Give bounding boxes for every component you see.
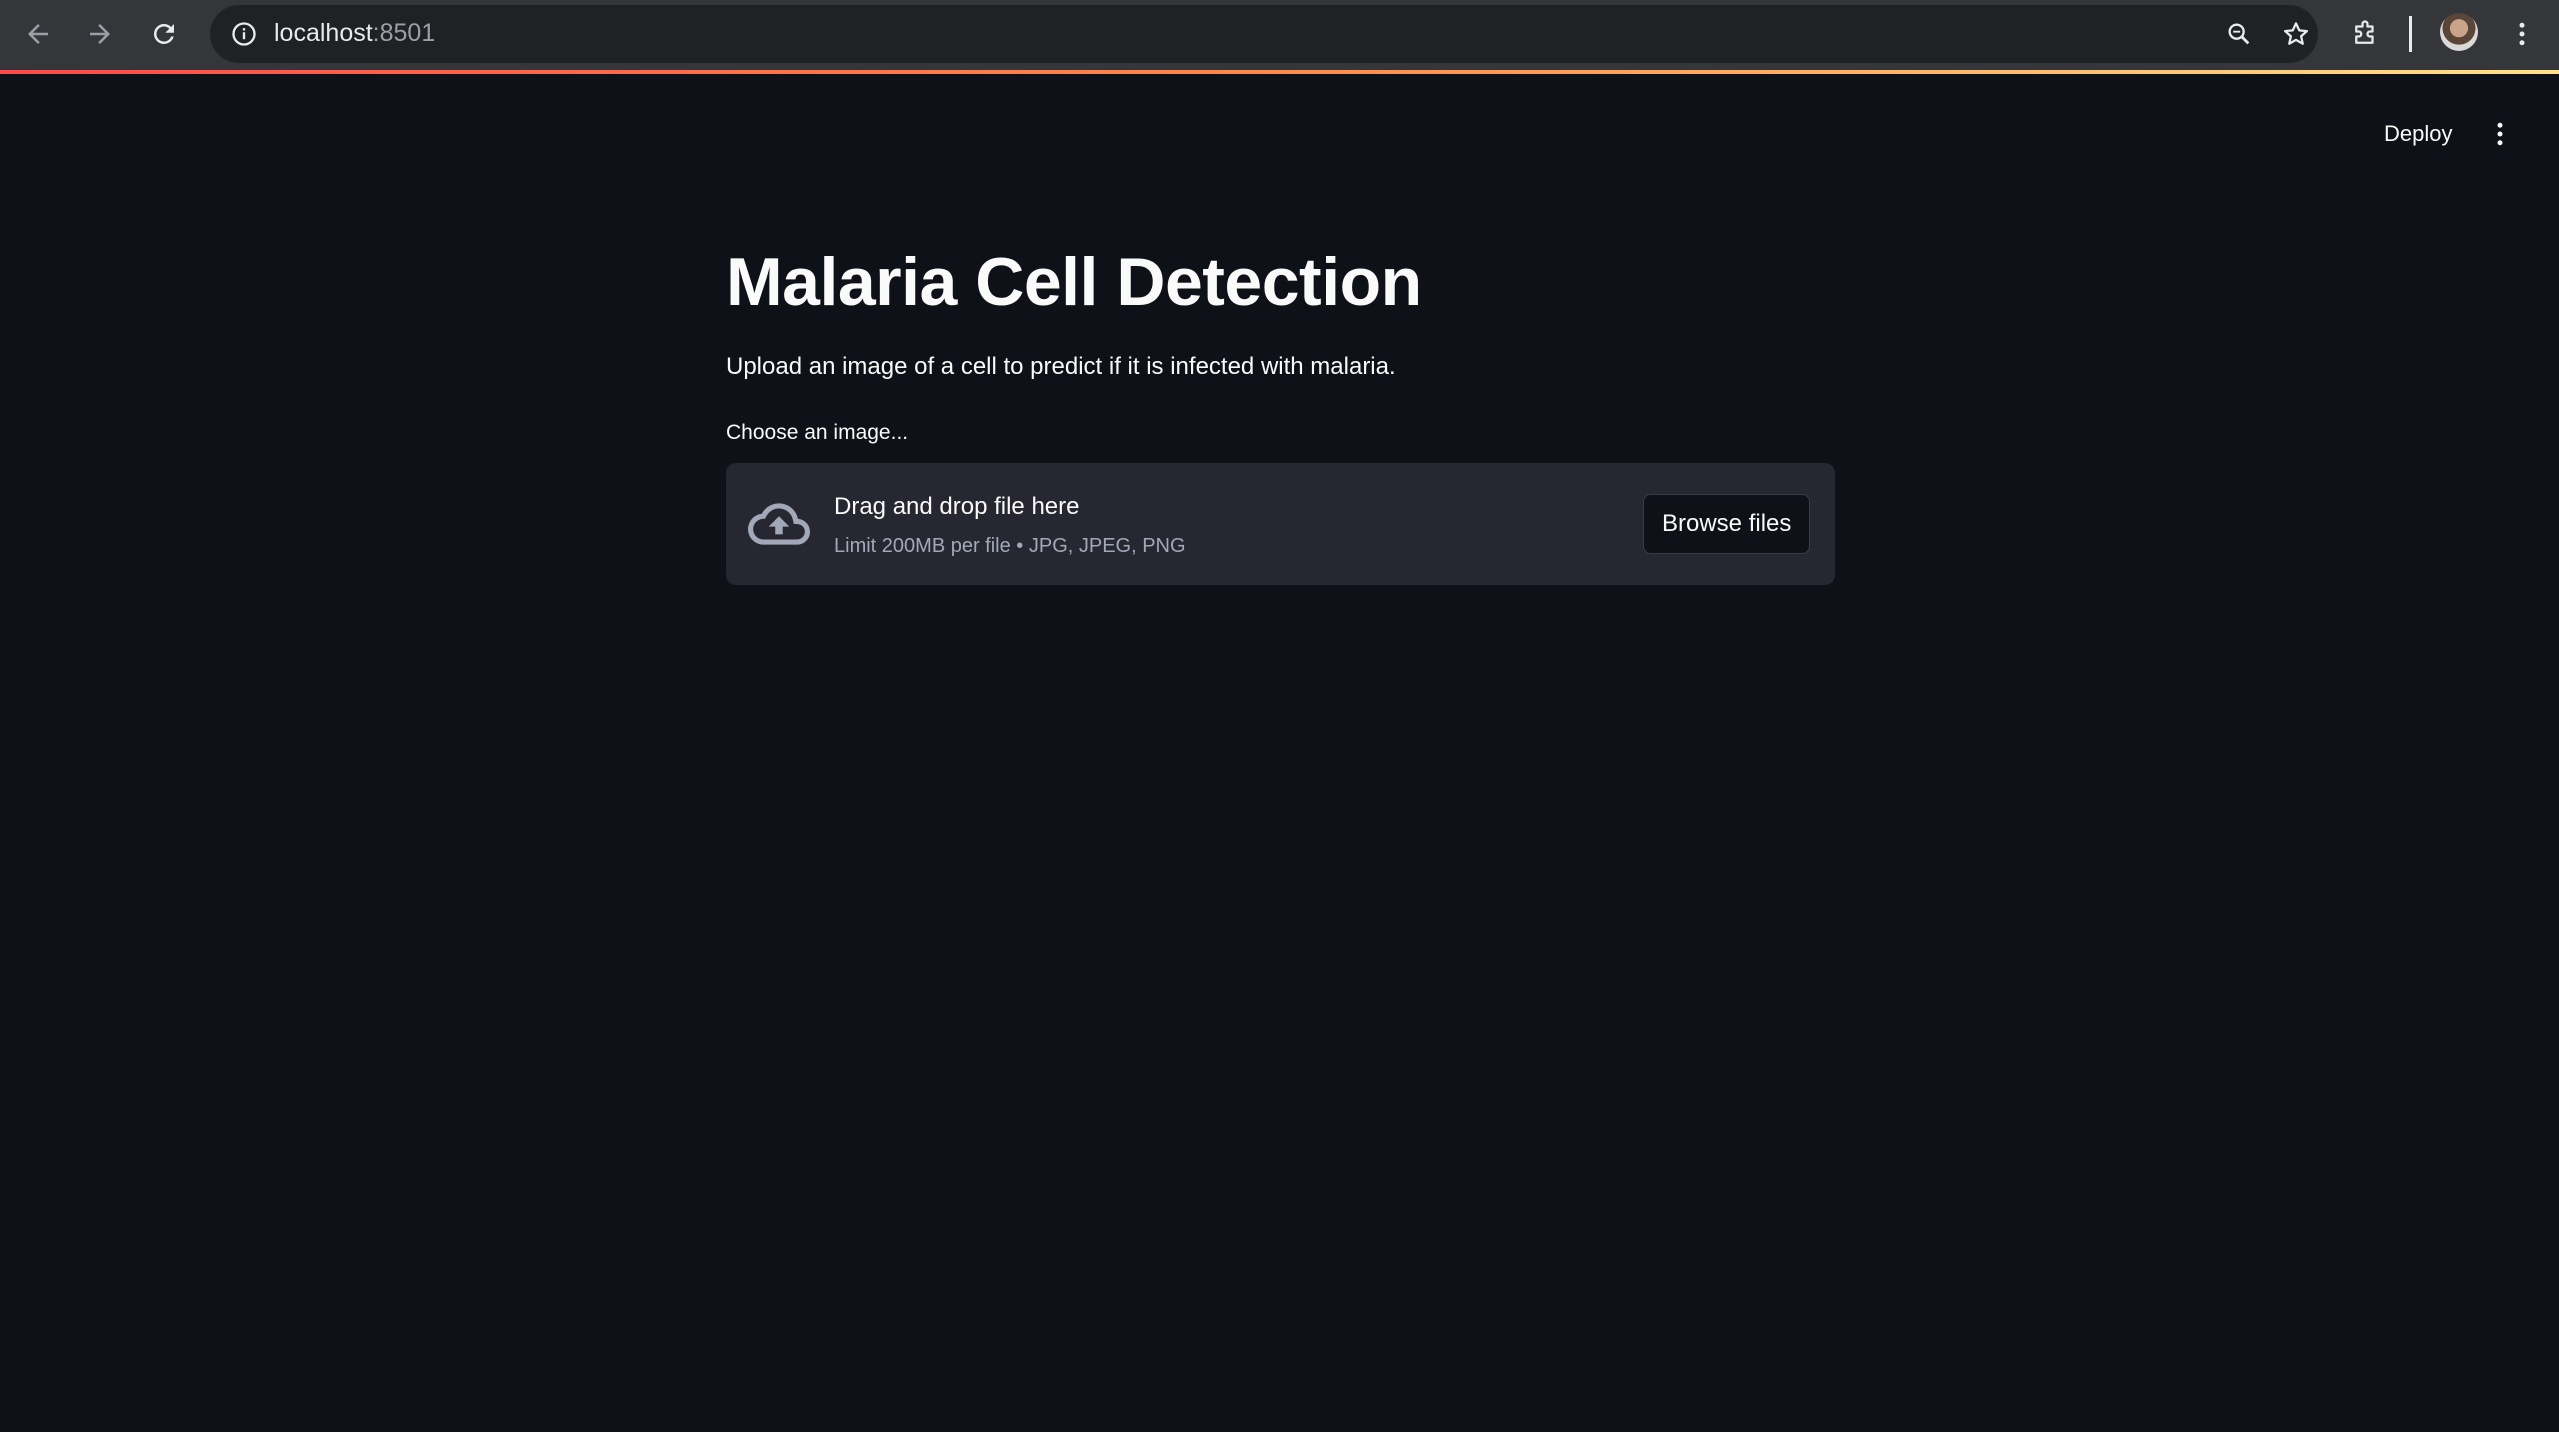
url-host: localhost (274, 19, 373, 47)
file-uploader-label: Choose an image... (726, 421, 909, 444)
kebab-icon (2519, 22, 2525, 46)
star-icon (2284, 22, 2308, 45)
zoom-button[interactable] (2219, 14, 2259, 54)
toolbar-divider (2409, 16, 2412, 52)
kebab-icon (2497, 122, 2503, 146)
app-menu-button[interactable] (2480, 112, 2520, 156)
file-dropzone[interactable]: Drag and drop file here Limit 200MB per … (726, 463, 1835, 585)
forward-button[interactable] (78, 12, 122, 56)
back-button[interactable] (16, 12, 60, 56)
site-info-button[interactable] (224, 14, 264, 54)
main-content: Malaria Cell Detection Upload an image o… (726, 240, 1835, 585)
puzzle-icon (2355, 20, 2374, 44)
magnifier-icon (2228, 23, 2250, 45)
reload-button[interactable] (142, 12, 186, 56)
browse-files-button[interactable]: Browse files (1643, 494, 1811, 554)
browser-menu-button[interactable] (2498, 10, 2546, 58)
deploy-button[interactable]: Deploy (2368, 114, 2468, 154)
app-header: Deploy (0, 74, 2559, 184)
extensions-button[interactable] (2341, 10, 2389, 58)
page-title: Malaria Cell Detection (726, 244, 1422, 320)
bookmark-button[interactable] (2276, 14, 2316, 54)
reload-icon (153, 23, 174, 44)
avatar[interactable] (2440, 13, 2478, 51)
url-port: :8501 (372, 19, 436, 47)
dropzone-limit-text: Limit 200MB per file • JPG, JPEG, PNG (834, 535, 1186, 557)
dropzone-instructions: Drag and drop file here (834, 493, 1080, 520)
browser-toolbar: localhost:8501 (0, 0, 2559, 70)
cloud-upload-icon (748, 503, 810, 545)
page-description: Upload an image of a cell to predict if … (726, 353, 1396, 380)
forward-arrow-icon (90, 24, 110, 44)
info-icon (232, 22, 256, 46)
back-arrow-icon (28, 24, 48, 44)
url-text[interactable]: localhost:8501 (274, 19, 435, 48)
address-bar[interactable]: localhost:8501 (210, 5, 2318, 63)
